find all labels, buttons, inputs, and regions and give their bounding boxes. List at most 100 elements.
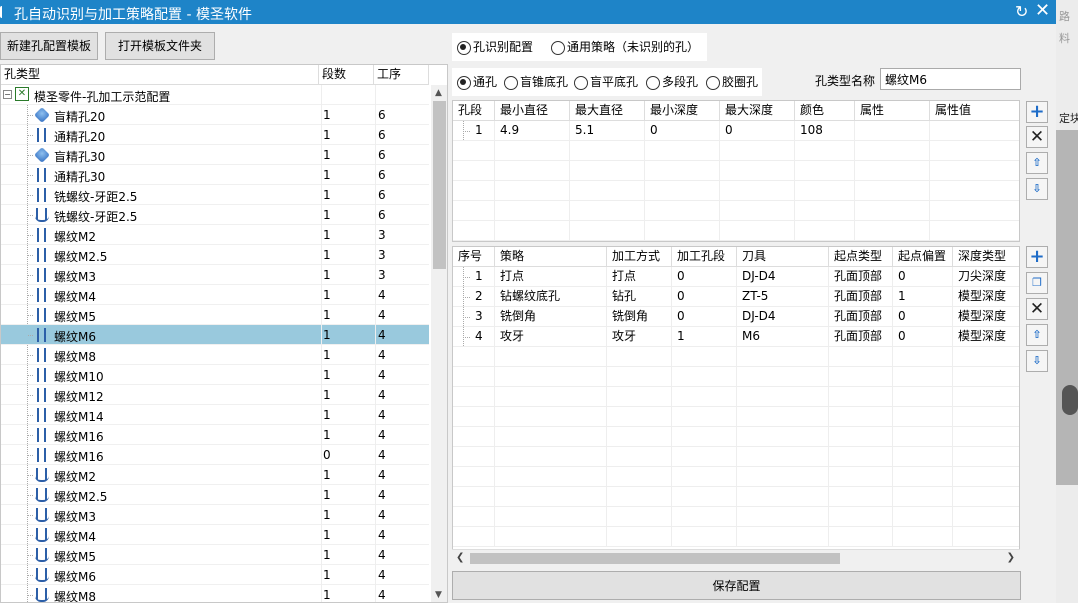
radio-generic-strategy[interactable]: 通用策略（未识别的孔） [551, 40, 699, 56]
seggrid-header[interactable]: 孔段 [453, 101, 495, 121]
strategy-row-cell[interactable]: 孔面顶部 [829, 267, 893, 287]
tree-row[interactable]: 螺纹M3 1 3 [1, 265, 429, 285]
new-template-button[interactable]: 新建孔配置模板 [0, 32, 98, 60]
segment-row-cell[interactable] [855, 121, 930, 141]
strgrid-header[interactable]: 起点类型 [829, 247, 893, 267]
collapse-icon[interactable]: − [3, 90, 12, 99]
tree-row[interactable]: 螺纹M8 1 4 [1, 585, 429, 602]
strategy-row-cell[interactable]: 孔面顶部 [829, 307, 893, 327]
strgrid-header[interactable]: 深度类型 [953, 247, 1019, 267]
strategy-row-cell[interactable]: 0 [893, 307, 953, 327]
strategy-row-cell[interactable]: 孔面顶部 [829, 327, 893, 347]
strategy-row-cell[interactable]: 铣倒角 [607, 307, 672, 327]
strategy-row-cell[interactable]: 0 [672, 307, 737, 327]
tree-row[interactable]: 螺纹M6 1 4 [1, 325, 429, 345]
tree-row[interactable]: 螺纹M16 1 4 [1, 425, 429, 445]
tree-header-segments[interactable]: 段数 [319, 65, 374, 85]
tree-row[interactable]: 螺纹M2 1 4 [1, 465, 429, 485]
strategy-row-cell[interactable]: 铣倒角 [495, 307, 607, 327]
open-folder-button[interactable]: 打开模板文件夹 [105, 32, 215, 60]
strategy-row-cell[interactable]: 打点 [607, 267, 672, 287]
segment-row-cell[interactable]: 108 [795, 121, 855, 141]
strategy-grid[interactable]: 序号 策略 加工方式 加工孔段 刀具 起点类型 起点偏置 深度类型 1 打点 打点 0 DJ-D4 孔面顶… [452, 246, 1020, 566]
tree-row[interactable]: 螺纹M10 1 4 [1, 365, 429, 385]
radio-blind-flat[interactable]: 盲平底孔 [574, 75, 638, 91]
strategy-row-cell[interactable]: 1 [893, 287, 953, 307]
move-strategy-down-button[interactable]: ⇩ [1026, 350, 1048, 372]
tree-row[interactable]: 螺纹M2 1 3 [1, 225, 429, 245]
strategy-row-cell[interactable]: 1 [453, 267, 495, 287]
strategy-row-cell[interactable]: 攻牙 [607, 327, 672, 347]
tree-header-ops[interactable]: 工序 [374, 65, 429, 85]
move-strategy-up-button[interactable]: ⇧ [1026, 324, 1048, 346]
radio-blind-cone[interactable]: 盲锥底孔 [504, 75, 568, 91]
scroll-left-icon[interactable]: ❮ [456, 552, 464, 563]
tree-row[interactable]: 铣螺纹-牙距2.5 1 6 [1, 185, 429, 205]
tree-row[interactable]: 螺纹M2.5 1 3 [1, 245, 429, 265]
strategy-row-cell[interactable]: 0 [672, 287, 737, 307]
close-icon[interactable]: ✕ [1035, 0, 1050, 21]
move-segment-up-button[interactable]: ⇧ [1026, 152, 1048, 174]
seggrid-header[interactable]: 最大直径 [570, 101, 645, 121]
seggrid-header[interactable]: 属性值 [930, 101, 1019, 121]
strategy-row-cell[interactable]: 钻孔 [607, 287, 672, 307]
strgrid-header[interactable]: 序号 [453, 247, 495, 267]
strategy-row-cell[interactable]: 模型深度 [953, 307, 1019, 327]
tree-row[interactable]: 螺纹M3 1 4 [1, 505, 429, 525]
tree-row[interactable]: 螺纹M8 1 4 [1, 345, 429, 365]
strategy-row-cell[interactable]: 攻牙 [495, 327, 607, 347]
strategy-row-cell[interactable]: 3 [453, 307, 495, 327]
strgrid-header[interactable]: 加工孔段 [672, 247, 737, 267]
strategy-row-cell[interactable]: 0 [893, 267, 953, 287]
strategy-row-cell[interactable]: DJ-D4 [737, 267, 829, 287]
tree-row[interactable]: 盲精孔30 1 6 [1, 145, 429, 165]
delete-strategy-button[interactable]: ✕ [1026, 298, 1048, 320]
hole-name-input[interactable] [880, 68, 1021, 90]
radio-oring[interactable]: 胶圈孔 [706, 75, 758, 91]
copy-strategy-button[interactable]: ❐ [1026, 272, 1048, 294]
segment-row-cell[interactable]: 0 [645, 121, 720, 141]
scroll-thumb[interactable] [433, 101, 446, 269]
tree-row[interactable]: 通精孔20 1 6 [1, 125, 429, 145]
tree-row[interactable]: 螺纹M2.5 1 4 [1, 485, 429, 505]
tree-row[interactable]: 螺纹M5 1 4 [1, 545, 429, 565]
strategy-row-cell[interactable]: 刀尖深度 [953, 267, 1019, 287]
radio-through[interactable]: 通孔 [457, 75, 497, 91]
delete-segment-button[interactable]: ✕ [1026, 126, 1048, 148]
strategy-row-cell[interactable]: 4 [453, 327, 495, 347]
radio-hole-recognition[interactable]: 孔识别配置 [457, 40, 533, 56]
add-segment-button[interactable]: + [1026, 101, 1048, 123]
radio-multi-segment[interactable]: 多段孔 [646, 75, 698, 91]
strategy-row-cell[interactable]: 钻螺纹底孔 [495, 287, 607, 307]
tree-row[interactable]: 盲精孔20 1 6 [1, 105, 429, 125]
segment-row-cell[interactable]: 1 [453, 121, 495, 141]
seggrid-header[interactable]: 最小直径 [495, 101, 570, 121]
tree-row[interactable]: 通精孔30 1 6 [1, 165, 429, 185]
strgrid-header[interactable]: 刀具 [737, 247, 829, 267]
move-segment-down-button[interactable]: ⇩ [1026, 178, 1048, 200]
tree-row[interactable]: 螺纹M16 0 4 [1, 445, 429, 465]
strategy-row-cell[interactable]: DJ-D4 [737, 307, 829, 327]
tree-row[interactable]: 螺纹M12 1 4 [1, 385, 429, 405]
strategy-hscrollbar[interactable]: ❮ ❯ [452, 549, 1020, 566]
segment-row-cell[interactable]: 0 [720, 121, 795, 141]
tree-row[interactable]: 螺纹M14 1 4 [1, 405, 429, 425]
seggrid-header[interactable]: 最小深度 [645, 101, 720, 121]
strategy-row-cell[interactable]: M6 [737, 327, 829, 347]
strategy-row-cell[interactable]: 打点 [495, 267, 607, 287]
strgrid-header[interactable]: 起点偏置 [893, 247, 953, 267]
tree-row[interactable]: 螺纹M6 1 4 [1, 565, 429, 585]
strategy-row-cell[interactable]: 孔面顶部 [829, 287, 893, 307]
tree-row[interactable]: 螺纹M4 1 4 [1, 525, 429, 545]
segment-row-cell[interactable] [930, 121, 1019, 141]
segment-grid[interactable]: 孔段 最小直径 最大直径 最小深度 最大深度 颜色 属性 属性值 1 4.9 5.1 0 0 108 [452, 100, 1020, 242]
seggrid-header[interactable]: 颜色 [795, 101, 855, 121]
tree-row[interactable]: 螺纹M4 1 4 [1, 285, 429, 305]
segment-row-cell[interactable]: 5.1 [570, 121, 645, 141]
tree-header-type[interactable]: 孔类型 [1, 65, 319, 85]
refresh-icon[interactable]: ↻ [1015, 2, 1028, 21]
strategy-row-cell[interactable]: 模型深度 [953, 327, 1019, 347]
strategy-row-cell[interactable]: 2 [453, 287, 495, 307]
hole-type-tree[interactable]: 孔类型 段数 工序 − ✕ 模圣零件-孔加工示范配置 盲精孔20 1 6 通精孔20 1… [0, 64, 448, 603]
strategy-row-cell[interactable]: 模型深度 [953, 287, 1019, 307]
